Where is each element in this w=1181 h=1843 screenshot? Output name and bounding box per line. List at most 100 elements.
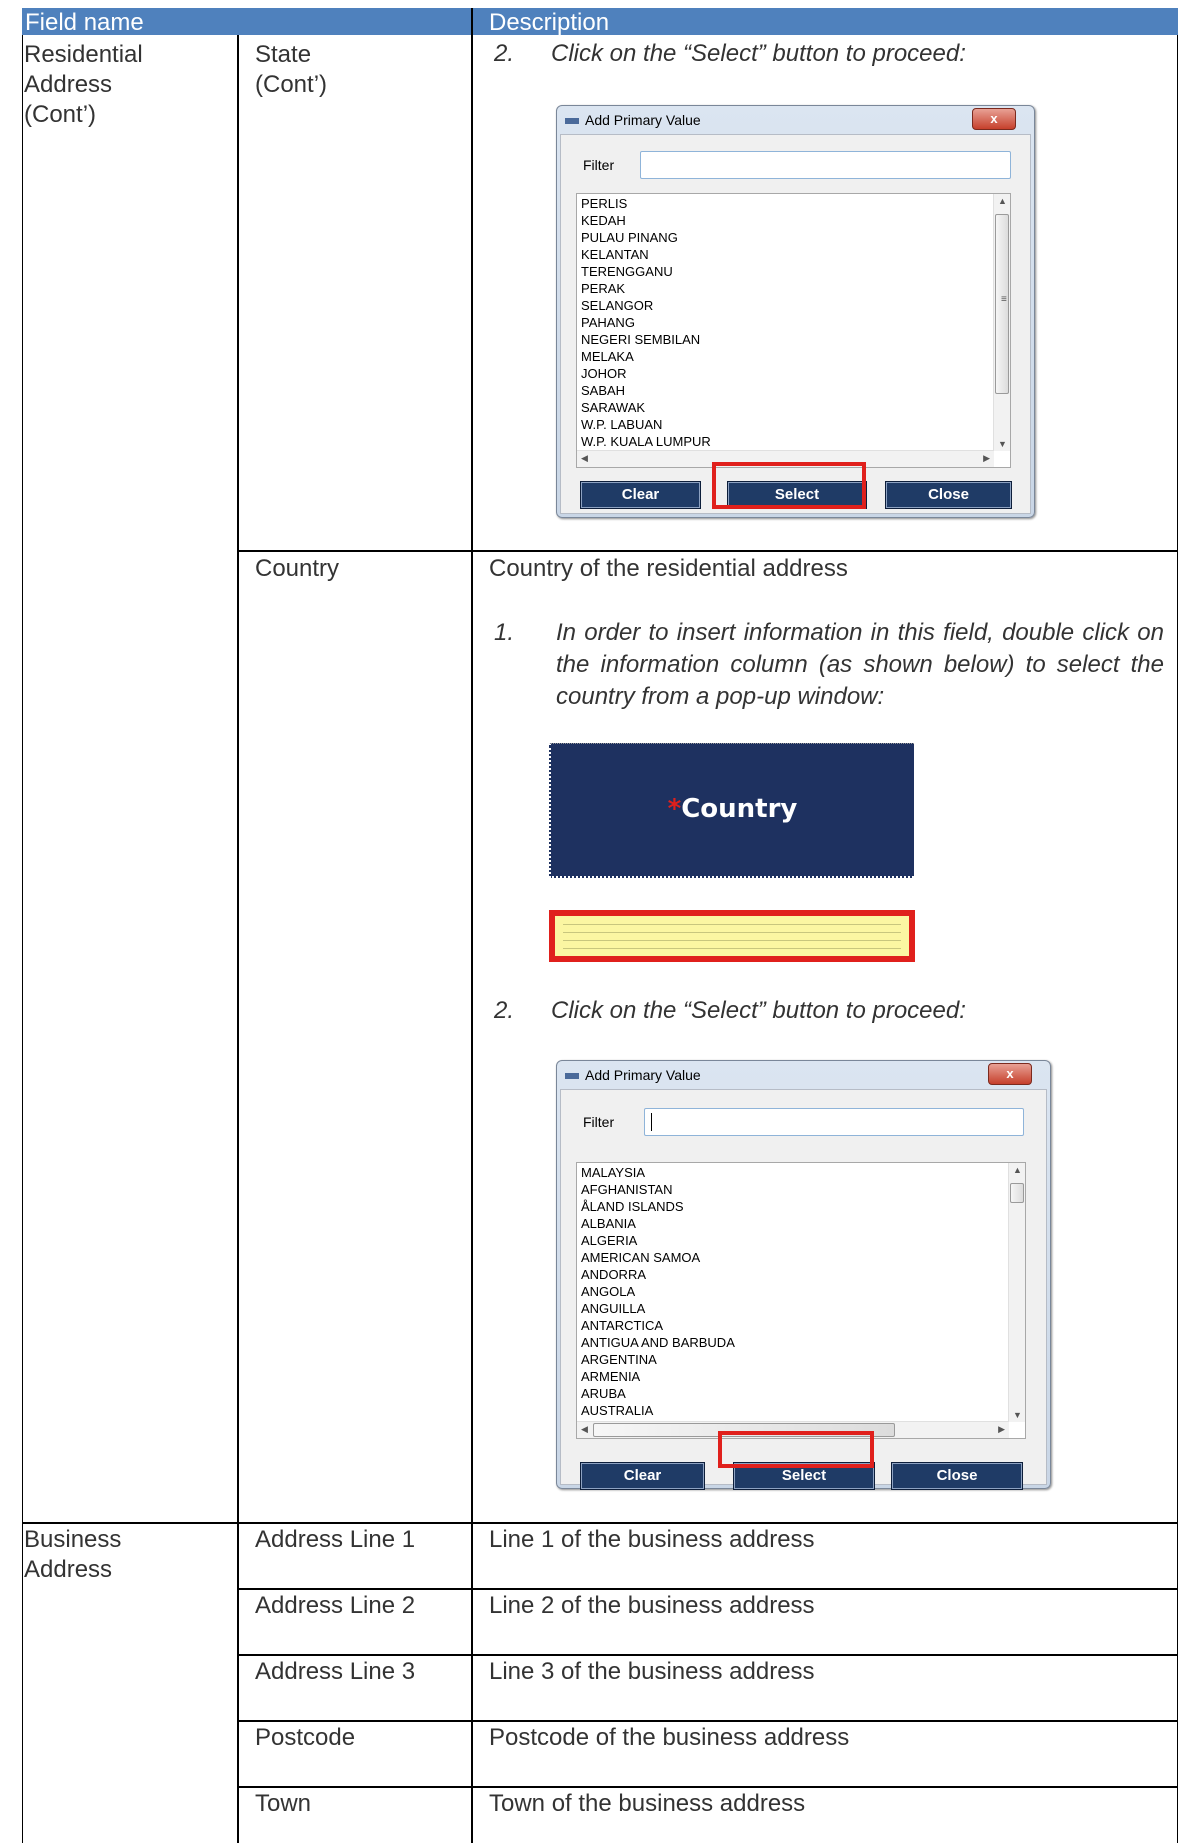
scroll-down-icon[interactable]: ▼ — [998, 439, 1007, 449]
list-item[interactable]: ALBANIA — [581, 1216, 636, 1231]
required-asterisk: * — [667, 794, 682, 824]
list-item[interactable]: SELANGOR — [581, 298, 653, 313]
group-line: (Cont’) — [24, 101, 97, 128]
field-town: Town — [255, 1790, 312, 1817]
country-step-2: 2. Click on the “Select” button to proce… — [494, 995, 1154, 1027]
field-state: State (Cont’) — [255, 40, 327, 100]
list-item[interactable]: W.P. KUALA LUMPUR — [581, 434, 711, 449]
list-item[interactable]: ANTIGUA AND BARBUDA — [581, 1335, 735, 1350]
field-address-line-1: Address Line 1 — [255, 1526, 416, 1553]
desc-address-line-1: Line 1 of the business address — [489, 1526, 815, 1553]
country-description: Country of the residential address — [489, 555, 848, 582]
select-highlight — [718, 1431, 874, 1468]
list-item[interactable]: AFGHANISTAN — [581, 1182, 673, 1197]
list-item[interactable]: KEDAH — [581, 213, 626, 228]
dialog-title: Add Primary Value — [565, 1067, 701, 1083]
column-divider-2 — [471, 8, 473, 1843]
list-item[interactable]: MALAYSIA — [581, 1165, 645, 1180]
list-item[interactable]: TERENGGANU — [581, 264, 673, 279]
group-line: Residential — [24, 41, 143, 68]
state-step-2: 2. Click on the “Select” button to proce… — [494, 38, 1154, 70]
field-address-line-3: Address Line 3 — [255, 1658, 416, 1685]
scroll-down-icon[interactable]: ▼ — [1013, 1410, 1022, 1420]
country-column-header[interactable]: *Country — [549, 743, 914, 878]
list-item[interactable]: ALGERIA — [581, 1233, 637, 1248]
field-label: (Cont’) — [255, 71, 328, 98]
group-line: Address — [24, 1556, 113, 1583]
value-list[interactable]: MALAYSIA AFGHANISTAN ÅLAND ISLANDS ALBANIA A… — [576, 1162, 1026, 1439]
list-item[interactable]: ANDORRA — [581, 1267, 646, 1282]
grip-icon: ≡ — [1001, 294, 1007, 305]
row-divider-line1 — [237, 1588, 1178, 1590]
scroll-left-icon[interactable]: ◀ — [581, 453, 588, 464]
column-divider-1 — [237, 35, 239, 1843]
list-item[interactable]: PERLIS — [581, 196, 627, 211]
country-dialog: Add Primary Value x Filter MALAYSIA AFGHA… — [556, 1060, 1051, 1490]
step-number: 2. — [494, 997, 515, 1024]
close-icon[interactable]: x — [972, 108, 1016, 130]
row-divider-line2 — [237, 1654, 1178, 1656]
group-line: Business — [24, 1526, 122, 1553]
select-highlight — [712, 462, 866, 509]
row-divider-line3 — [237, 1720, 1178, 1722]
list-item[interactable]: ANTARCTICA — [581, 1318, 663, 1333]
value-list[interactable]: PERLIS KEDAH PULAU PINANG KELANTAN TERENGGAN… — [576, 193, 1011, 468]
country-header-text: Country — [681, 794, 798, 824]
list-item[interactable]: ANGUILLA — [581, 1301, 645, 1316]
close-button[interactable]: Close — [891, 1462, 1023, 1490]
field-label: State — [255, 41, 312, 68]
country-step-1: 1. In order to insert information in thi… — [494, 617, 1164, 717]
list-item[interactable]: KELANTAN — [581, 247, 649, 262]
group-residential-address: Residential Address (Cont’) — [24, 40, 143, 130]
clear-button[interactable]: Clear — [580, 481, 701, 509]
list-item[interactable]: PULAU PINANG — [581, 230, 678, 245]
close-icon[interactable]: x — [988, 1063, 1032, 1085]
country-header-label: *Country — [551, 794, 914, 824]
list-item[interactable]: ARUBA — [581, 1386, 626, 1401]
scroll-right-icon[interactable]: ▶ — [998, 1424, 1005, 1435]
list-item[interactable]: PERAK — [581, 281, 625, 296]
field-country: Country — [255, 555, 340, 582]
app-icon — [565, 118, 579, 125]
filter-label: Filter — [583, 157, 615, 173]
list-item[interactable]: JOHOR — [581, 366, 627, 381]
dialog-body: Filter MALAYSIA AFGHANISTAN ÅLAND ISLANDS A… — [560, 1089, 1047, 1490]
list-item[interactable]: ANGOLA — [581, 1284, 635, 1299]
step-number: 2. — [494, 40, 515, 67]
text-cursor — [651, 1113, 652, 1131]
list-item[interactable]: SABAH — [581, 383, 625, 398]
list-item[interactable]: ARGENTINA — [581, 1352, 657, 1367]
list-item[interactable]: ARMENIA — [581, 1369, 640, 1384]
scroll-right-icon[interactable]: ▶ — [983, 453, 990, 464]
scroll-thumb[interactable] — [1010, 1183, 1024, 1203]
list-item[interactable]: ÅLAND ISLANDS — [581, 1199, 684, 1214]
vertical-scrollbar[interactable]: ▲ ▼ — [1008, 1163, 1025, 1422]
dialog-body: Filter PERLIS KEDAH PULAU PINANG KELANTAN TE… — [560, 134, 1031, 514]
country-input-field[interactable] — [549, 910, 915, 962]
scroll-up-icon[interactable]: ▲ — [998, 196, 1007, 206]
close-button[interactable]: Close — [885, 481, 1012, 509]
group-line: Address — [24, 71, 113, 98]
step-text: Click on the “Select” button to proceed: — [551, 997, 966, 1024]
list-item[interactable]: MELAKA — [581, 349, 634, 364]
dialog-title-text: Add Primary Value — [585, 1067, 701, 1083]
scroll-left-icon[interactable]: ◀ — [581, 1424, 588, 1435]
list-item[interactable]: AMERICAN SAMOA — [581, 1250, 700, 1265]
app-icon — [565, 1073, 579, 1080]
vertical-scrollbar[interactable]: ▲ ≡ ▼ — [993, 194, 1010, 451]
clear-button[interactable]: Clear — [580, 1462, 705, 1490]
desc-town: Town of the business address — [489, 1790, 806, 1817]
row-divider-postcode — [237, 1786, 1178, 1788]
list-item[interactable]: AUSTRALIA — [581, 1403, 653, 1418]
list-item[interactable]: PAHANG — [581, 315, 635, 330]
field-postcode: Postcode — [255, 1724, 356, 1751]
scroll-up-icon[interactable]: ▲ — [1013, 1165, 1022, 1175]
list-item[interactable]: NEGERI SEMBILAN — [581, 332, 700, 347]
desc-address-line-2: Line 2 of the business address — [489, 1592, 815, 1619]
header-description: Description — [489, 9, 610, 36]
list-item[interactable]: W.P. LABUAN — [581, 417, 662, 432]
table-header: Field name Description — [22, 8, 1178, 36]
filter-input[interactable] — [640, 151, 1011, 179]
list-item[interactable]: SARAWAK — [581, 400, 645, 415]
filter-input[interactable] — [644, 1108, 1024, 1136]
